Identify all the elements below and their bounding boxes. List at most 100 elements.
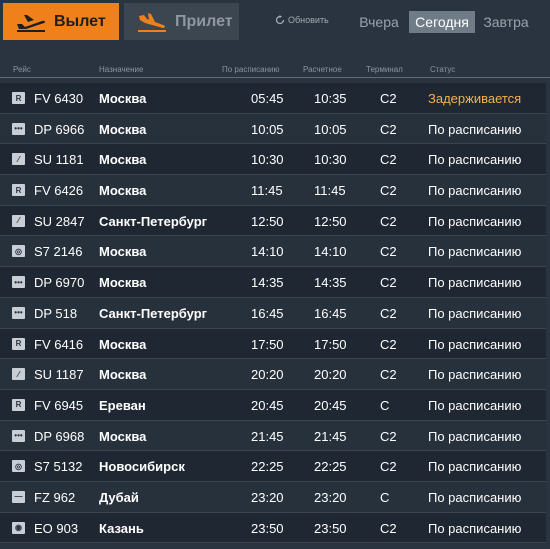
day-today[interactable]: Сегодня	[409, 11, 475, 33]
flight-number: FV 6430	[34, 91, 84, 106]
status: По расписанию	[428, 213, 522, 229]
airline-logo-icon: R	[12, 337, 25, 350]
scheduled-time: 17:50	[251, 336, 284, 352]
top-bar: Вылет Прилет Обновить Вчера Сегодня Завт…	[0, 0, 550, 48]
terminal: C2	[380, 91, 397, 106]
destination: Санкт-Петербург	[99, 213, 208, 229]
plane-landing-icon	[138, 12, 166, 32]
flight-number: DP 6970	[34, 275, 85, 291]
flight-number: DP 6968	[34, 428, 85, 444]
estimated-time: 11:45	[314, 183, 346, 199]
airline-logo-icon: •••	[12, 306, 25, 319]
table-row[interactable]: R FV 6426 Москва 11:45 11:45 C2 По расписанию	[0, 175, 546, 206]
table-row[interactable]: R FV 6430 Москва 05:45 10:35 C2 Задерживается	[0, 83, 546, 114]
destination: Москва	[99, 428, 147, 444]
table-row[interactable]: R FV 6416 Москва 17:50 17:50 C2 По расписанию	[0, 328, 546, 360]
terminal: C2	[380, 183, 397, 199]
scheduled-time: 21:45	[251, 428, 284, 444]
flights-table: R FV 6430 Москва 05:45 10:35 C2 Задерживается •…	[0, 83, 550, 544]
terminal: C2	[380, 520, 397, 536]
flight-number: EO 903	[34, 520, 79, 536]
tab-arrivals[interactable]: Прилет	[124, 3, 239, 40]
table-row[interactable]: ••• DP 6966 Москва 10:05 10:05 C2 По расписани…	[0, 113, 546, 145]
scheduled-time: 16:45	[251, 305, 284, 321]
terminal: C2	[380, 336, 397, 352]
terminal: C2	[380, 152, 397, 168]
header-status: Статус	[430, 65, 456, 74]
day-tomorrow[interactable]: Завтра	[480, 11, 532, 33]
estimated-time: 17:50	[314, 336, 347, 352]
table-row[interactable]: ••• DP 518 Санкт-Петербург 16:45 16:45 C2 По р…	[0, 297, 546, 329]
airline-logo-icon: R	[12, 92, 25, 104]
table-row[interactable]: ⁄ SU 1181 Москва 10:30 10:30 C2 По расписанию	[0, 144, 546, 176]
tab-arrivals-label: Прилет	[175, 12, 233, 30]
destination: Москва	[99, 152, 147, 168]
status: По расписанию	[428, 121, 522, 137]
table-row[interactable]: R FV 6945 Ереван 20:45 20:45 C По расписанию	[0, 389, 546, 421]
table-row[interactable]: ••• DP 6968 Москва 21:45 21:45 C2 По расписани…	[0, 420, 546, 452]
flight-number: DP 518	[34, 305, 78, 321]
flight-number: FV 6426	[34, 183, 84, 199]
airline-logo-icon: ◉	[12, 521, 25, 534]
scheduled-time: 20:45	[251, 397, 284, 413]
terminal: C2	[380, 305, 397, 321]
status: По расписанию	[428, 428, 522, 444]
flight-number: FV 6416	[34, 336, 84, 352]
day-yesterday[interactable]: Вчера	[355, 11, 403, 33]
scheduled-time: 22:25	[251, 459, 284, 475]
estimated-time: 10:30	[314, 152, 347, 168]
status: По расписанию	[428, 336, 522, 352]
table-row[interactable]: ◎ S7 5132 Новосибирск 22:25 22:25 C2 По распис…	[0, 451, 546, 482]
flight-number: S7 5132	[34, 459, 83, 475]
terminal: C2	[380, 459, 397, 475]
terminal: C2	[380, 213, 397, 229]
status: По расписанию	[428, 275, 522, 291]
airline-logo-icon: ◎	[12, 245, 25, 258]
table-row[interactable]: ◎ S7 2146 Москва 14:10 14:10 C2 По расписанию	[0, 236, 546, 268]
refresh-button[interactable]: Обновить	[275, 15, 329, 25]
estimated-time: 12:50	[314, 213, 347, 229]
table-row[interactable]: ⁄ SU 2847 Санкт-Петербург 12:50 12:50 C2 По ра…	[0, 205, 546, 237]
tab-departures-label: Вылет	[54, 12, 106, 30]
destination: Москва	[99, 244, 147, 260]
flight-number: DP 6966	[34, 121, 85, 137]
terminal: C2	[380, 275, 397, 291]
estimated-time: 10:05	[314, 121, 347, 137]
status: По расписанию	[428, 152, 522, 168]
header-estimated: Расчетное	[303, 65, 342, 74]
header-scheduled: По расписанию	[222, 65, 280, 74]
status: По расписанию	[428, 489, 522, 505]
table-header: Рейс Назначение По расписанию Расчетное …	[0, 60, 550, 78]
scheduled-time: 14:35	[251, 275, 284, 291]
table-row[interactable]: ◉ EO 903 Казань 23:50 23:50 C2 По расписанию	[0, 512, 546, 544]
scheduled-time: 14:10	[251, 244, 284, 260]
header-flight: Рейс	[13, 65, 31, 74]
refresh-label: Обновить	[288, 15, 329, 25]
scheduled-time: 12:50	[251, 213, 284, 229]
terminal: C2	[380, 428, 397, 444]
status: По расписанию	[428, 459, 522, 475]
terminal: C2	[380, 367, 397, 383]
status: По расписанию	[428, 183, 522, 199]
table-row[interactable]: ⁄ SU 1187 Москва 20:20 20:20 C2 По расписанию	[0, 359, 546, 390]
flight-number: S7 2146	[34, 244, 83, 260]
terminal: C	[380, 397, 390, 413]
destination: Москва	[99, 367, 147, 383]
destination: Москва	[99, 121, 147, 137]
estimated-time: 23:50	[314, 520, 347, 536]
flight-number: SU 1181	[34, 152, 84, 168]
table-row[interactable]: ••• DP 6970 Москва 14:35 14:35 C2 По расписани…	[0, 267, 546, 298]
status: По расписанию	[428, 367, 522, 383]
estimated-time: 10:35	[314, 91, 347, 106]
tab-departures[interactable]: Вылет	[3, 3, 119, 40]
flight-number: FV 6945	[34, 397, 84, 413]
destination: Дубай	[99, 489, 139, 505]
header-terminal: Терминал	[366, 65, 403, 74]
destination: Казань	[99, 520, 144, 536]
terminal: C2	[380, 244, 397, 260]
destination: Москва	[99, 183, 147, 199]
table-row[interactable]: — FZ 962 Дубай 23:20 23:20 C По расписанию	[0, 481, 546, 513]
destination: Москва	[99, 91, 147, 106]
airline-logo-icon: ⁄	[12, 153, 25, 166]
scheduled-time: 23:50	[251, 520, 284, 536]
